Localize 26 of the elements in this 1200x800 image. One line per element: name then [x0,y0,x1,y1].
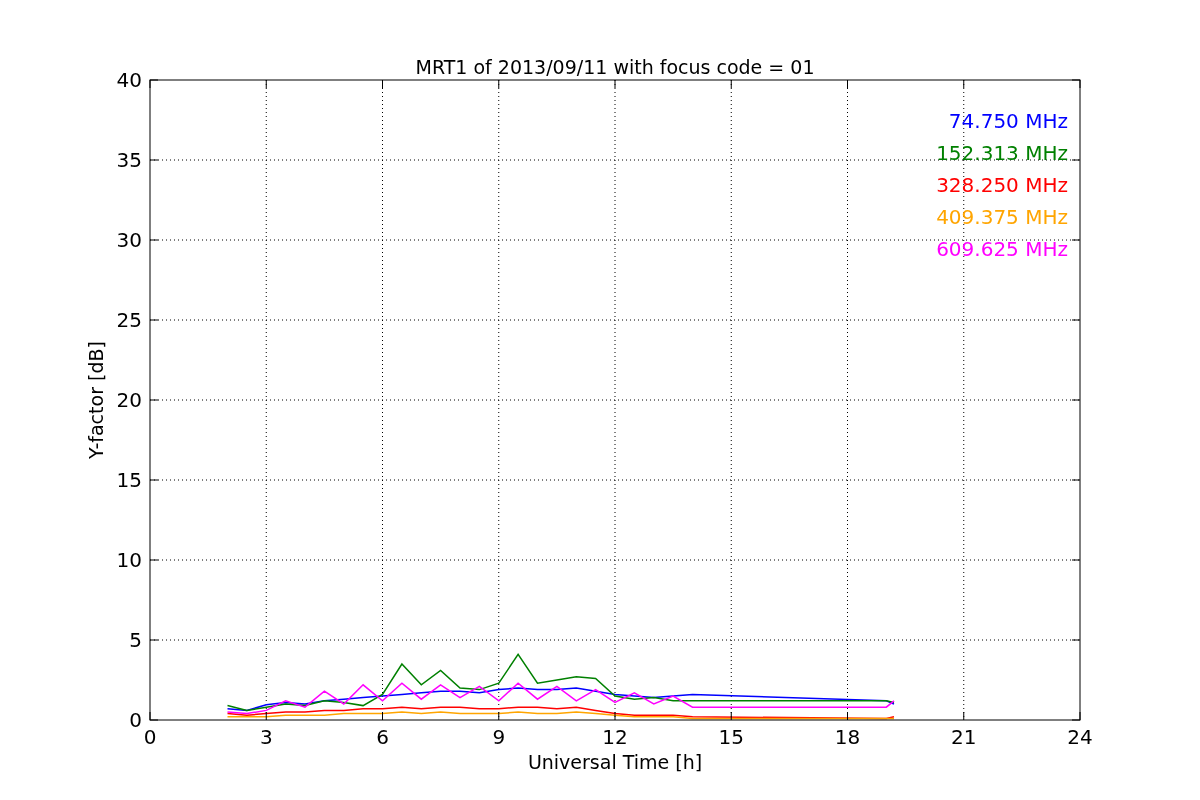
y-tick-label: 25 [116,308,142,332]
x-tick-label: 0 [143,725,157,749]
y-tick-label: 35 [116,148,142,172]
y-tick-label: 20 [116,388,142,412]
y-tick-label: 15 [116,468,142,492]
legend-label: 152.313 MHz [936,141,1068,165]
y-tick-label: 10 [116,548,142,572]
y-tick-label: 40 [116,68,142,92]
legend-label: 328.250 MHz [936,173,1068,197]
x-tick-label: 3 [259,725,273,749]
chart-title: MRT1 of 2013/09/11 with focus code = 01 [415,56,815,78]
x-tick-label: 21 [951,725,977,749]
x-tick-label: 12 [602,725,628,749]
y-axis-label: Y-factor [dB] [85,341,107,459]
x-tick-label: 18 [834,725,861,749]
x-tick-label: 6 [376,725,389,749]
y-tick-label: 5 [129,628,142,652]
x-tick-label: 24 [1067,725,1093,749]
x-tick-label: 9 [492,725,506,749]
legend-label: 609.625 MHz [936,237,1068,261]
legend-label: 74.750 MHz [948,109,1068,133]
y-tick-label: 30 [116,228,142,252]
y-tick-label: 0 [129,708,142,732]
legend-label: 409.375 MHz [936,205,1068,229]
x-axis-label: Universal Time [h] [527,751,703,773]
x-tick-label: 15 [718,725,744,749]
